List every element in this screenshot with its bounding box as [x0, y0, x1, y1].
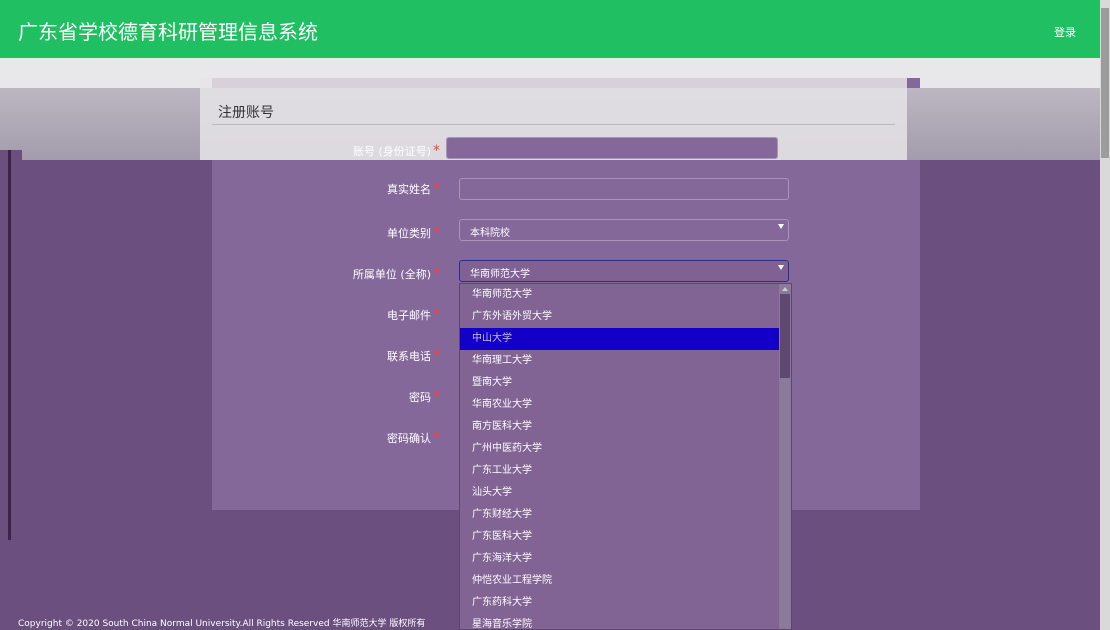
dropdown-option[interactable]: 暨南大学 [460, 372, 791, 394]
unit-dropdown-list[interactable]: 华南师范大学 广东外语外贸大学 中山大学 华南理工大学 暨南大学 华南农业大学 南方医科大学… [459, 283, 792, 630]
unit-category-select[interactable]: 本科院校 [459, 219, 789, 241]
dropdown-option[interactable]: 南方医科大学 [460, 416, 791, 438]
dropdown-option[interactable]: 广东医科大学 [460, 526, 791, 548]
password-confirm-label: 密码确认 * [387, 430, 440, 446]
id-number-input[interactable] [446, 137, 778, 159]
id-number-label: 账号 (身份证号) * [352, 143, 440, 159]
dropdown-option[interactable]: 中山大学 [460, 328, 791, 350]
top-navbar: 广东省学校德育科研管理信息系统 登录 [0, 0, 1100, 58]
chevron-down-icon [778, 224, 784, 229]
dropdown-option[interactable]: 广东药科大学 [460, 592, 791, 614]
page-scroll-thumb[interactable] [1101, 8, 1109, 158]
unit-category-label: 单位类别 * [387, 225, 440, 241]
unit-name-select[interactable]: 华南师范大学 [459, 260, 789, 282]
footer-copyright: Copyright © 2020 South China Normal Univ… [18, 619, 426, 629]
real-name-label: 真实姓名 * [387, 181, 440, 197]
dropdown-scrollbar[interactable] [779, 284, 791, 629]
dropdown-option[interactable]: 仲恺农业工程学院 [460, 570, 791, 592]
dropdown-option[interactable]: 华南师范大学 [460, 284, 791, 306]
site-title: 广东省学校德育科研管理信息系统 [18, 20, 318, 44]
dropdown-option[interactable]: 广东外语外贸大学 [460, 306, 791, 328]
unit-name-value: 华南师范大学 [470, 269, 530, 280]
dropdown-option[interactable]: 汕头大学 [460, 482, 791, 504]
dropdown-option[interactable]: 广东工业大学 [460, 460, 791, 482]
dropdown-option[interactable]: 广东财经大学 [460, 504, 791, 526]
password-label: 密码 * [409, 389, 440, 405]
page-scrollbar[interactable] [1100, 0, 1110, 630]
left-edge-strip [0, 150, 22, 540]
real-name-input[interactable] [459, 178, 789, 200]
card-title: 注册账号 [218, 105, 274, 121]
unit-category-value: 本科院校 [470, 228, 510, 239]
dropdown-option[interactable]: 广东海洋大学 [460, 548, 791, 570]
dropdown-option[interactable]: 华南农业大学 [460, 394, 791, 416]
dropdown-option[interactable]: 星海音乐学院 [460, 614, 791, 629]
phone-label: 联系电话 * [387, 348, 440, 364]
dropdown-option[interactable]: 华南理工大学 [460, 350, 791, 372]
email-label: 电子邮件 * [387, 307, 440, 323]
login-link[interactable]: 登录 [1054, 24, 1076, 40]
scroll-up-icon[interactable] [782, 287, 788, 291]
dropdown-scroll-thumb[interactable] [780, 294, 790, 378]
chevron-down-icon [778, 265, 784, 270]
dropdown-option[interactable]: 广州中医药大学 [460, 438, 791, 460]
card-divider [212, 124, 895, 125]
unit-name-label: 所属单位 (全称) * [352, 266, 440, 282]
